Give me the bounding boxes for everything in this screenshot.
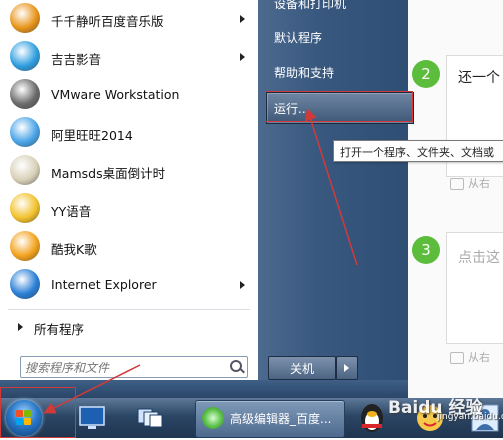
program-label: 千千静听百度音乐版 [51,14,164,29]
countdown-clock-icon [10,155,40,185]
start-highlight-box [0,387,76,438]
search-box[interactable] [20,356,248,378]
run-tooltip: 打开一个程序、文件夹、文档或 [333,140,503,162]
image-icon [450,352,464,364]
program-item[interactable]: YY语音 [0,190,258,227]
shutdown-options-arrow-icon[interactable] [336,356,358,380]
devices-and-printers-item[interactable]: 设备和打印机 [274,0,346,12]
taskbar-window-title: 高级编辑器_百度... [230,412,332,426]
submenu-arrow-icon [240,53,245,61]
switch-windows-button[interactable] [130,400,170,436]
start-menu: 千千静听百度音乐版 吉吉影音 VMware Workstation 阿里旺旺2014 M… [0,0,503,398]
menu-separator [8,309,250,310]
submenu-arrow-icon [240,281,245,289]
taskbar-window-editor[interactable]: 高级编辑器_百度... [195,400,345,438]
show-desktop-button[interactable] [72,400,112,436]
from-here-label: 从右 [468,177,490,190]
program-item[interactable]: Internet Explorer [0,266,258,303]
program-label: YY语音 [51,204,92,219]
start-menu-places-pane [258,0,408,380]
all-programs-label: 所有程序 [34,322,85,337]
switch-windows-icon [137,408,163,428]
program-label: 酷我K歌 [51,242,97,257]
program-item[interactable]: 吉吉影音 [0,38,258,75]
program-label: 吉吉影音 [51,52,102,67]
program-label: Internet Explorer [51,277,157,292]
kuwo-karaoke-icon [10,231,40,261]
program-label: 阿里旺旺2014 [51,128,133,143]
search-icon [230,360,242,372]
help-and-support-item[interactable]: 帮助和支持 [274,64,334,81]
program-item[interactable]: Mamsds桌面倒计时 [0,152,258,189]
program-label: VMware Workstation [51,87,180,102]
program-item[interactable]: 酷我K歌 [0,228,258,265]
qianqian-music-icon [10,3,40,33]
all-programs-button[interactable]: 所有程序 [0,313,258,341]
internet-explorer-icon [10,269,40,299]
shutdown-button[interactable]: 关机 [268,356,336,380]
program-item[interactable]: 千千静听百度音乐版 [0,0,258,37]
from-here-link-2[interactable]: 从右 [450,175,490,191]
vmware-icon [10,79,40,109]
expand-arrow-icon [18,323,23,331]
from-here-link-3[interactable]: 从右 [450,349,490,365]
step-2-text: 还一个 [458,70,500,86]
jijiyingyin-icon [10,41,40,71]
taskbar-qq[interactable] [352,400,392,436]
background-webpage: 2 还一个 从右 3 点击这 从右 [408,0,503,398]
default-programs-item[interactable]: 默认程序 [274,29,322,46]
yy-voice-icon [10,193,40,223]
search-input[interactable] [21,359,225,377]
program-label: Mamsds桌面倒计时 [51,166,166,181]
shutdown-label: 关机 [289,362,314,376]
image-icon [450,178,464,190]
watermark-url: jingyan.baidu.com [437,412,503,422]
tooltip-text: 打开一个程序、文件夹、文档或 [340,146,494,159]
submenu-arrow-icon [240,15,245,23]
from-here-label: 从右 [468,351,490,364]
aliwangwang-icon [10,117,40,147]
browser-icon [202,407,224,429]
desktop-icon [79,406,105,429]
program-item[interactable]: 阿里旺旺2014 [0,114,258,151]
program-item[interactable]: VMware Workstation [0,76,258,113]
start-menu-programs-pane: 千千静听百度音乐版 吉吉影音 VMware Workstation 阿里旺旺2014 M… [0,0,259,380]
qq-penguin-icon [361,404,383,432]
run-highlight-box [265,91,413,122]
step-3-text[interactable]: 点击这 [458,247,500,267]
